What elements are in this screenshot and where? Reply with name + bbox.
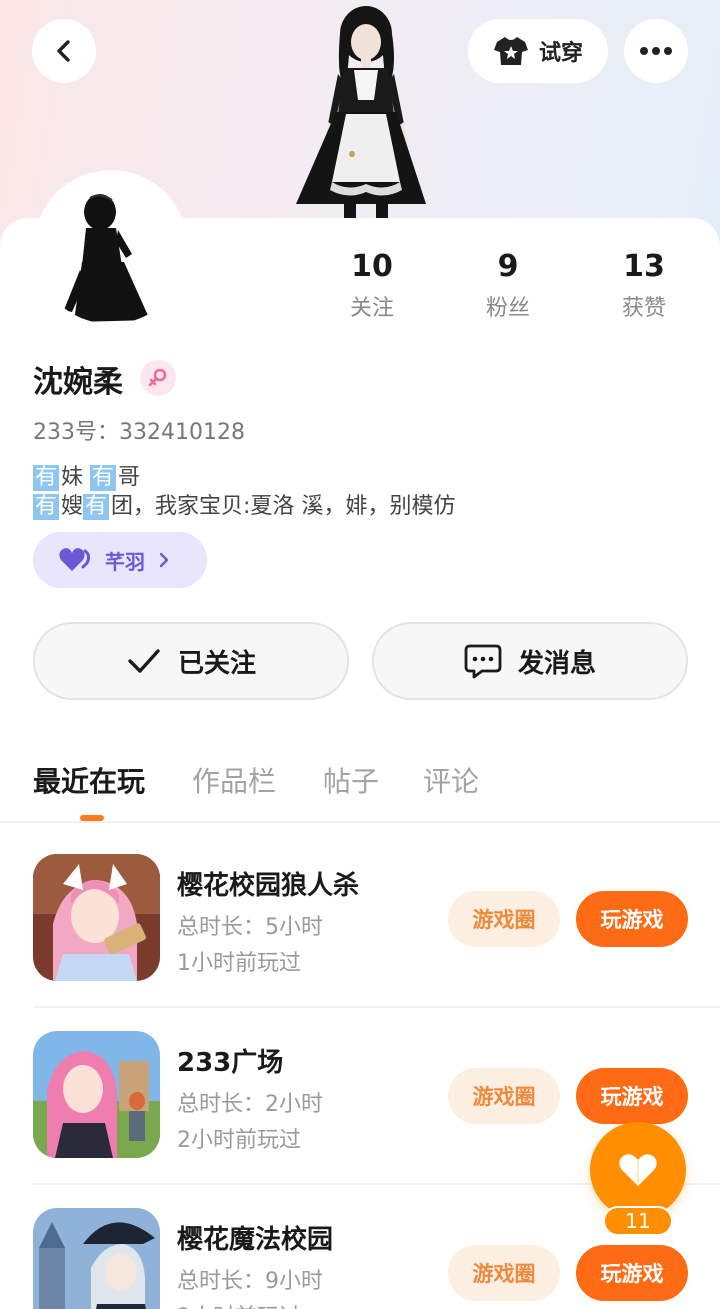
stat-following-label: 关注 [349,296,394,321]
more-dots-icon [640,47,672,55]
game-last-played: 2小时前玩过 [177,1128,301,1153]
game-title: 樱花魔法校园 [177,1225,334,1255]
stat-likes-label: 获赞 [621,296,666,321]
bio-line-1: 有妹 有哥 [33,459,140,491]
avatar[interactable] [34,170,188,324]
try-on-button[interactable]: 试穿 [468,19,608,83]
following-button[interactable]: 已关注 [33,622,349,700]
stat-fans[interactable]: 9 粉丝 [453,248,563,322]
game-circle-button[interactable]: 游戏圈 [448,1245,560,1301]
avatar-silhouette-icon [64,194,150,322]
game-last-played: 2小时前玩过 [177,1299,301,1309]
stat-fans-value: 9 [497,249,519,284]
tab-works[interactable]: 作品栏 [192,760,276,800]
following-label: 已关注 [177,648,256,679]
badge-label: 芊羽 [105,549,145,574]
profile-name: 沈婉柔 [33,365,123,400]
game-title: 233广场 [177,1048,284,1078]
stat-following[interactable]: 10 关注 [317,248,427,322]
bio-text: 哥 [118,465,141,490]
like-count-badge: 11 [603,1206,673,1236]
game-duration: 总时长：5小时 [177,915,323,940]
play-game-button[interactable]: 玩游戏 [576,1068,688,1124]
tshirt-icon [493,37,528,65]
stat-fans-label: 粉丝 [485,296,530,321]
avatar-3d-figure[interactable] [288,4,434,218]
game-title: 樱花校园狼人杀 [177,871,360,901]
bio-text: 团，我家宝贝:夏洛 溪，婔，别模仿 [111,494,456,519]
purple-heart-icon [59,548,91,571]
game-row[interactable]: 樱花校园狼人杀 总时长：5小时 1小时前玩过 游戏圈 玩游戏 [0,821,720,997]
game-duration: 总时长：9小时 [177,1269,323,1294]
tab-recently-played[interactable]: 最近在玩 [33,760,145,800]
intimacy-badge-button[interactable]: 芊羽 [33,532,207,588]
game-last-played: 1小时前玩过 [177,951,301,976]
try-on-label: 试穿 [538,41,583,66]
send-message-label: 发消息 [517,648,596,679]
game-circle-button[interactable]: 游戏圈 [448,891,560,947]
chevron-right-icon [159,552,169,568]
game-icon[interactable] [33,1208,160,1309]
stat-following-value: 10 [351,249,393,284]
tab-posts[interactable]: 帖子 [323,760,379,800]
stat-likes-value: 13 [623,249,665,284]
bio-highlight: 有 [83,494,110,520]
game-icon[interactable] [33,854,160,981]
game-circle-button[interactable]: 游戏圈 [448,1068,560,1124]
bio-line-2: 有嫂有 团，我家宝贝:夏洛 溪，婔，别模仿 [33,488,455,520]
play-game-button[interactable]: 玩游戏 [576,1245,688,1301]
female-gender-icon [140,360,176,396]
user-id: 233号：332410128 [33,420,245,445]
back-arrow-icon [57,40,70,62]
bio-text: 嫂 [61,494,84,519]
game-duration: 总时长：2小时 [177,1092,323,1117]
bio-text: 妹 [61,465,84,490]
heart-icon [619,1154,657,1186]
like-fab-button[interactable] [590,1122,686,1218]
game-icon[interactable] [33,1031,160,1158]
stat-likes[interactable]: 13 获赞 [589,248,699,322]
chat-bubble-icon [464,644,502,679]
back-button[interactable] [32,19,96,83]
check-icon [128,649,160,673]
tab-comments[interactable]: 评论 [423,760,479,800]
send-message-button[interactable]: 发消息 [372,622,688,700]
more-button[interactable] [624,19,688,83]
play-game-button[interactable]: 玩游戏 [576,891,688,947]
bio-highlight: 有 [33,494,60,520]
